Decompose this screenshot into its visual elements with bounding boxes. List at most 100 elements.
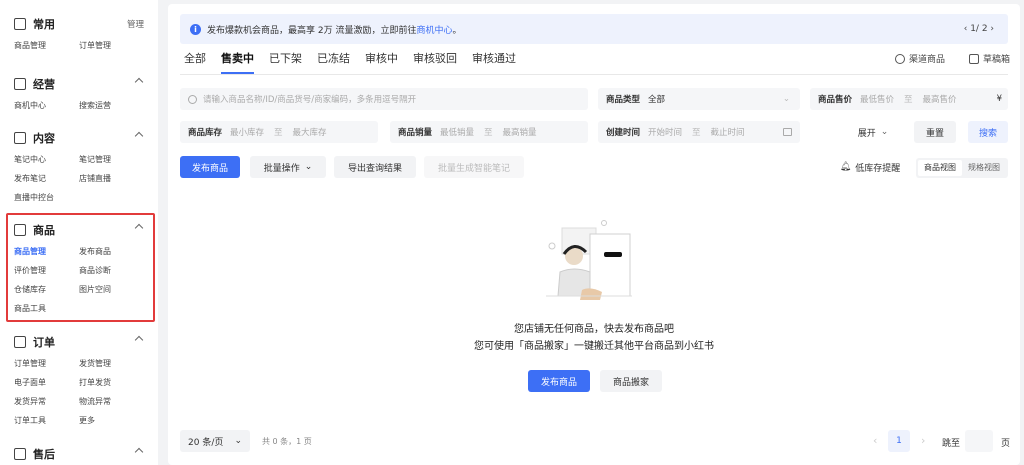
tab-0[interactable]: 全部 bbox=[184, 48, 206, 74]
chevron-up-icon[interactable] bbox=[134, 77, 144, 87]
channel-goods-link[interactable]: 渠道商品 bbox=[894, 52, 945, 65]
tab-divider bbox=[180, 74, 1008, 75]
sidebar-item[interactable]: 发布笔记 bbox=[14, 169, 79, 188]
draft-box-link[interactable]: 草稿箱 bbox=[968, 52, 1010, 65]
reset-button[interactable]: 重置 bbox=[914, 121, 956, 143]
stock-to: 至 bbox=[274, 128, 283, 138]
stock-max[interactable]: 最大库存 bbox=[293, 126, 327, 138]
sidebar-item[interactable]: 商机中心 bbox=[14, 96, 79, 115]
sidebar-item[interactable]: 发货管理 bbox=[79, 354, 144, 373]
sidebar-section-header[interactable]: 售后 bbox=[14, 442, 158, 465]
chevron-down-icon: ⌄ bbox=[782, 94, 790, 104]
low-stock-toggle[interactable]: 🔔︎ 低库存提醒 bbox=[836, 156, 904, 178]
tab-3[interactable]: 已冻结 bbox=[317, 48, 350, 74]
price-min[interactable]: 最低售价 bbox=[860, 93, 894, 105]
jump-label: 跳至 bbox=[942, 439, 961, 449]
sidebar-item[interactable]: 笔记管理 bbox=[79, 150, 144, 169]
type-value: 全部 bbox=[648, 95, 666, 105]
manage-link[interactable]: 管理 bbox=[127, 18, 144, 30]
empty-title: 您店铺无任何商品，快去发布商品吧 bbox=[514, 324, 674, 335]
sidebar-section-header[interactable]: 常用 管理 bbox=[14, 12, 158, 36]
gen-note-button[interactable]: 批量生成智能笔记 bbox=[424, 156, 524, 178]
tab-1[interactable]: 售卖中 bbox=[221, 48, 254, 74]
sales-max[interactable]: 最高销量 bbox=[503, 126, 537, 138]
product-move-button[interactable]: 商品搬家 bbox=[600, 370, 662, 392]
sidebar-item[interactable]: 直播中控台 bbox=[14, 188, 79, 207]
sidebar-section-4: 订单 订单管理 发货管理 电子面单 打单发货 发货异常 物流异常 订单工具 更多 bbox=[0, 330, 158, 436]
sidebar-item[interactable]: 订单工具 bbox=[14, 411, 79, 430]
jump-page-input[interactable] bbox=[965, 430, 993, 452]
tab-6[interactable]: 审核通过 bbox=[472, 48, 516, 74]
goods-view-tab[interactable]: 商品视图 bbox=[918, 160, 962, 176]
sidebar-item[interactable]: 笔记中心 bbox=[14, 150, 79, 169]
tab-5[interactable]: 审核驳回 bbox=[413, 48, 457, 74]
channel-icon bbox=[894, 53, 905, 64]
sidebar-item[interactable]: 打单发货 bbox=[79, 373, 144, 392]
notice-banner: i 发布爆款机会商品，最高享 2万 流量激励，立即前往商机中心。 ‹ 1/ 2 … bbox=[180, 14, 1008, 44]
sales-min[interactable]: 最低销量 bbox=[440, 126, 474, 138]
sidebar-item[interactable]: 搜索运营 bbox=[79, 96, 144, 115]
type-select[interactable]: 商品类型 全部 ⌄ bbox=[598, 88, 800, 110]
stock-min[interactable]: 最小库存 bbox=[230, 126, 264, 138]
price-max[interactable]: 最高售价 bbox=[923, 93, 957, 105]
trend-chart-icon bbox=[14, 78, 26, 90]
sidebar-section-1: 经营商机中心 搜索运营 bbox=[0, 72, 158, 121]
sidebar-item[interactable]: 电子面单 bbox=[14, 373, 79, 392]
time-start[interactable]: 开始时间 bbox=[648, 126, 682, 138]
search-input[interactable]: 请输入商品名称/ID/商品货号/商家编码，多条用逗号隔开 bbox=[180, 88, 588, 110]
notice-link[interactable]: 商机中心 bbox=[416, 26, 452, 36]
sales-to: 至 bbox=[484, 128, 493, 138]
stock-range[interactable]: 商品库存 最小库存至最大库存 bbox=[180, 121, 378, 143]
total-count: 共 0 条，1 页 bbox=[262, 437, 312, 446]
sidebar-section-header[interactable]: 经营 bbox=[14, 72, 158, 96]
sidebar-section-header[interactable]: 内容 bbox=[14, 126, 158, 150]
tab-2[interactable]: 已下架 bbox=[269, 48, 302, 74]
order-list-icon bbox=[14, 336, 26, 348]
sidebar-item[interactable]: 商品管理 bbox=[14, 36, 79, 55]
price-unit: ¥ bbox=[996, 94, 1002, 104]
expand-button[interactable]: 展开 ⌄ bbox=[848, 121, 898, 143]
sidebar-item[interactable]: 店铺直播 bbox=[79, 169, 144, 188]
publish-goods-button[interactable]: 发布商品 bbox=[180, 156, 240, 178]
empty-publish-button[interactable]: 发布商品 bbox=[528, 370, 590, 392]
chevron-up-icon[interactable] bbox=[134, 131, 144, 141]
chevron-up-icon[interactable] bbox=[134, 447, 144, 457]
bell-icon: 🔔︎ bbox=[839, 162, 852, 172]
batch-ops-button[interactable]: 批量操作 ⌄ bbox=[250, 156, 326, 178]
sidebar-section-header[interactable]: 订单 bbox=[14, 330, 158, 354]
sidebar-section-title: 经营 bbox=[33, 78, 55, 91]
spec-view-tab[interactable]: 规格视图 bbox=[962, 160, 1006, 176]
sidebar-item[interactable]: 发货异常 bbox=[14, 392, 79, 411]
tab-4[interactable]: 审核中 bbox=[365, 48, 398, 74]
created-time-range[interactable]: 创建时间 开始时间至截止时间 bbox=[598, 121, 800, 143]
notice-pager[interactable]: ‹ 1/ 2 › bbox=[964, 24, 994, 34]
price-range[interactable]: 商品售价 最低售价至最高售价 ¥ bbox=[810, 88, 1008, 110]
prev-page-icon[interactable]: ‹ bbox=[873, 434, 877, 447]
sidebar-section-0: 常用 管理 商品管理 订单管理 bbox=[0, 12, 158, 61]
search-button[interactable]: 搜索 bbox=[968, 121, 1008, 143]
sidebar-item[interactable]: 更多 bbox=[79, 411, 144, 430]
chevron-up-icon[interactable] bbox=[134, 335, 144, 345]
sidebar-item[interactable]: 物流异常 bbox=[79, 392, 144, 411]
sidebar-item[interactable]: 订单管理 bbox=[79, 36, 144, 55]
page-number-current[interactable]: 1 bbox=[888, 430, 910, 452]
after-sale-icon bbox=[14, 448, 26, 460]
search-placeholder: 请输入商品名称/ID/商品货号/商家编码，多条用逗号隔开 bbox=[203, 95, 417, 105]
time-end[interactable]: 截止时间 bbox=[711, 126, 745, 138]
sidebar-section-2: 内容笔记中心 笔记管理 发布笔记 店铺直播 直播中控台 bbox=[0, 126, 158, 213]
draft-icon bbox=[968, 53, 979, 64]
main-panel: i 发布爆款机会商品，最高享 2万 流量激励，立即前往商机中心。 ‹ 1/ 2 … bbox=[168, 4, 1020, 465]
sidebar-item[interactable]: 订单管理 bbox=[14, 354, 79, 373]
export-button[interactable]: 导出查询结果 bbox=[334, 156, 416, 178]
price-label: 商品售价 bbox=[818, 95, 853, 105]
page-suffix: 页 bbox=[1001, 439, 1011, 449]
time-label: 创建时间 bbox=[606, 128, 641, 138]
empty-subtitle: 您可使用「商品搬家」一键搬迁其他平台商品到小红书 bbox=[474, 341, 714, 352]
next-page-icon[interactable]: › bbox=[921, 434, 925, 447]
chevron-down-icon: ⌄ bbox=[234, 436, 242, 446]
sidebar-section-title: 内容 bbox=[33, 132, 55, 145]
sales-range[interactable]: 商品销量 最低销量至最高销量 bbox=[390, 121, 588, 143]
search-icon bbox=[188, 94, 197, 104]
page-size-select[interactable]: 20 条/页 ⌄ bbox=[180, 430, 250, 452]
flag-icon bbox=[14, 18, 26, 30]
